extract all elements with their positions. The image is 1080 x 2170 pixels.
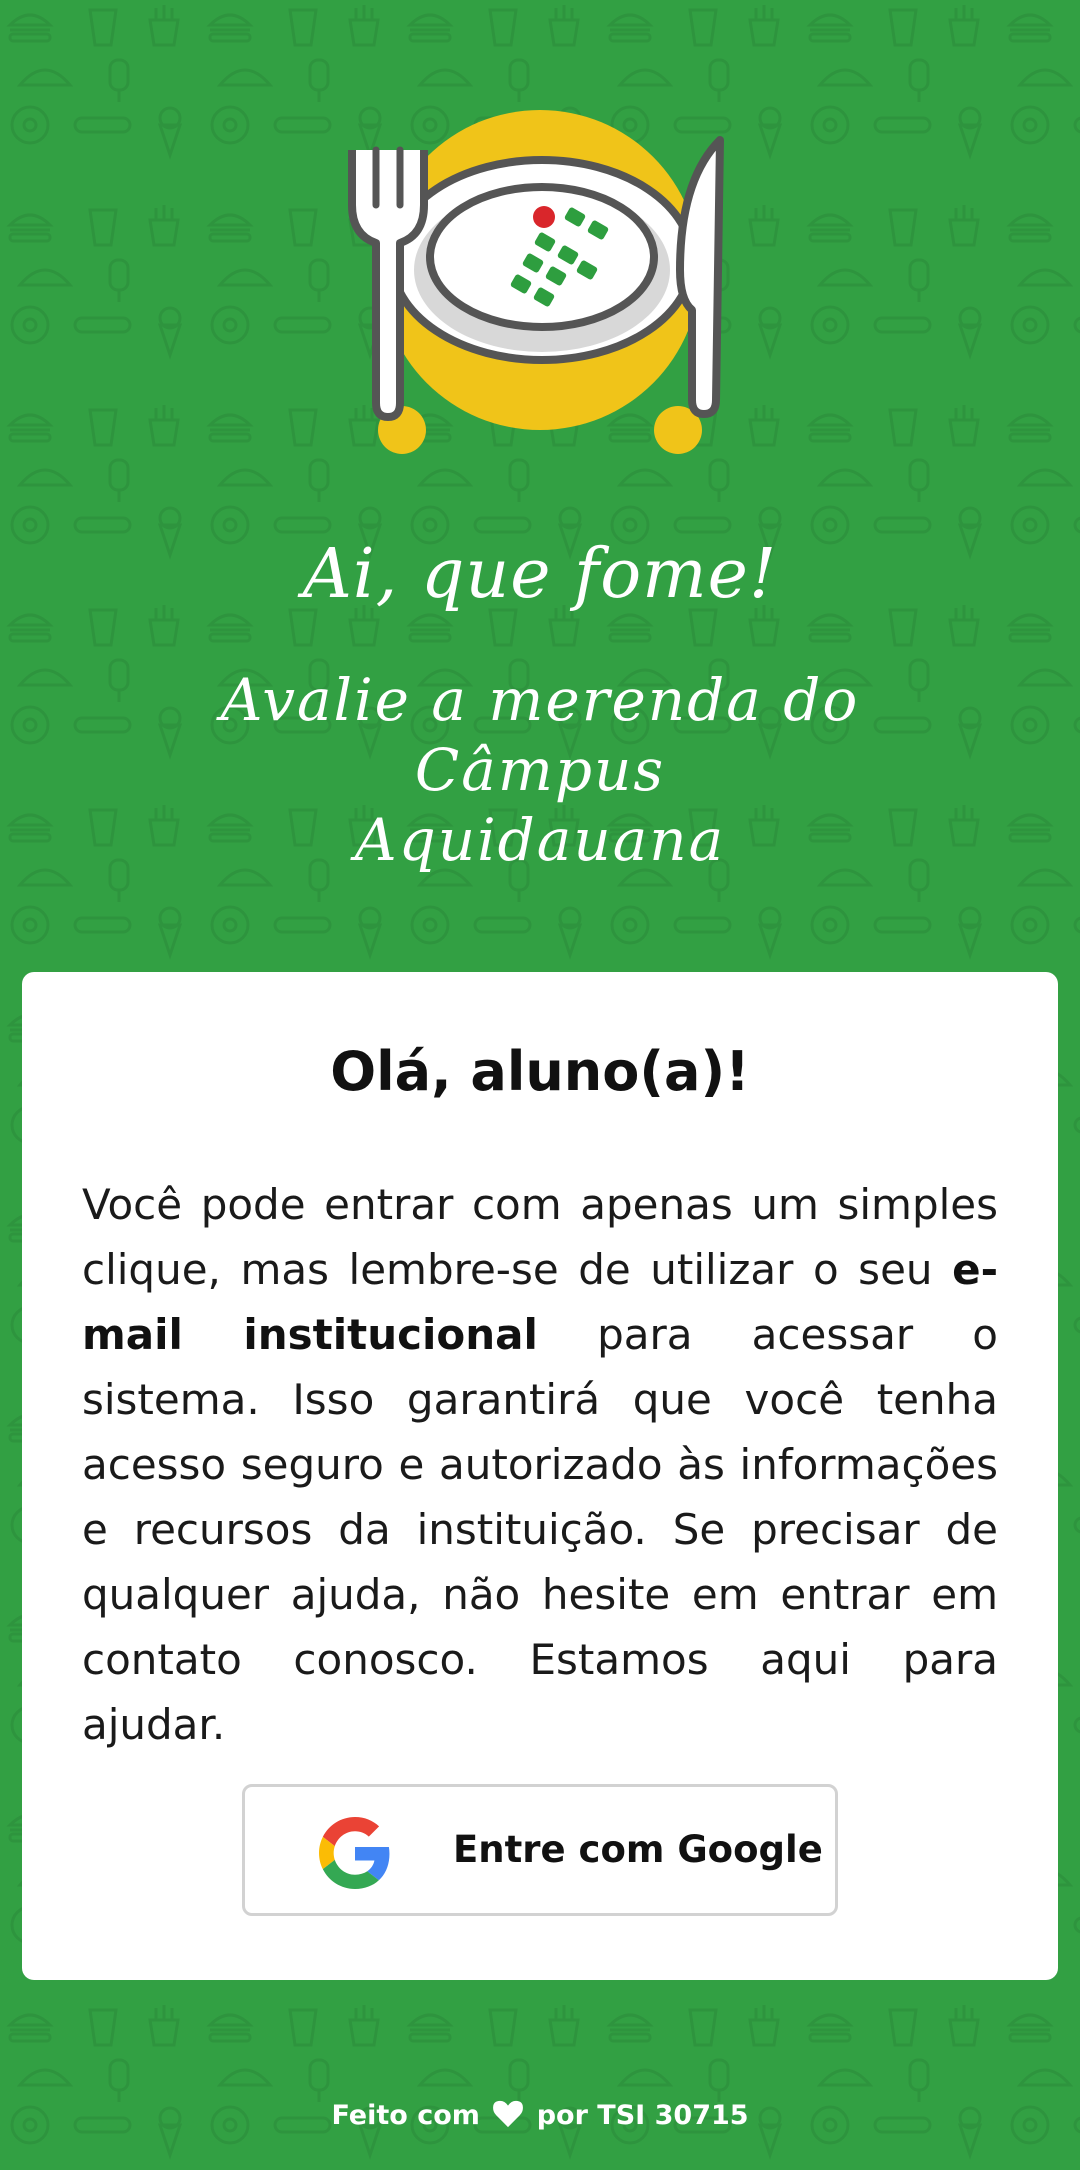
- google-login-button[interactable]: Entre com Google: [242, 1784, 838, 1916]
- google-login-label: Entre com Google: [453, 1828, 823, 1871]
- app-subtitle-line-2: Aquidauana: [354, 806, 726, 874]
- greeting-title: Olá, aluno(a)!: [330, 1040, 750, 1103]
- footer-credits: Feito com por TSI 30715: [0, 2100, 1080, 2131]
- instructions-text-before: Você pode entrar com apenas um simples c…: [82, 1180, 998, 1294]
- hero-section: Ai, que fome! Avalie a merenda do Câmpus…: [0, 0, 1080, 960]
- instructions-text-after: para acessar o sistema. Isso garantirá q…: [82, 1310, 998, 1749]
- app-subtitle: Avalie a merenda do Câmpus Aquidauana: [90, 665, 990, 875]
- login-card: Olá, aluno(a)! Você pode entrar com apen…: [22, 972, 1058, 1980]
- app-title: Ai, que fome!: [302, 535, 778, 614]
- plate-fork-knife-icon: [340, 95, 740, 465]
- footer-prefix: Feito com: [331, 2100, 480, 2131]
- app-subtitle-line-1: Avalie a merenda do Câmpus: [220, 666, 860, 804]
- login-instructions: Você pode entrar com apenas um simples c…: [82, 1172, 998, 1757]
- google-icon: [319, 1817, 390, 1889]
- heart-icon: [493, 2100, 524, 2128]
- footer-suffix: por TSI 30715: [536, 2100, 749, 2131]
